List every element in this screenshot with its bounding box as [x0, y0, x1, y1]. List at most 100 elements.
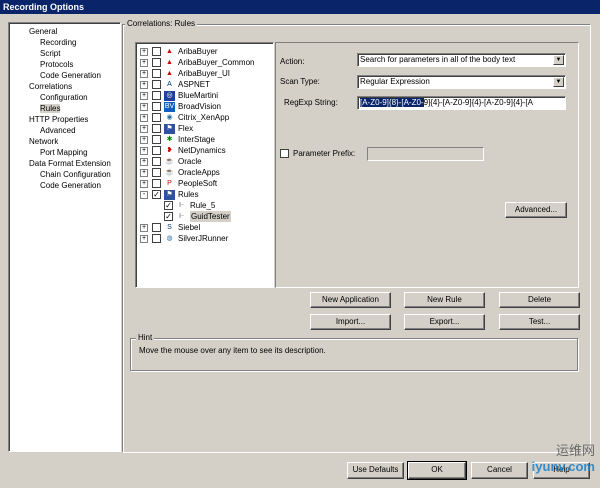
- expand-icon[interactable]: +: [140, 168, 148, 177]
- chevron-down-icon[interactable]: ▼: [553, 55, 564, 65]
- rule-label: Flex: [178, 124, 194, 133]
- rule-tree-item[interactable]: + ◍ SilverJRunner: [140, 233, 228, 244]
- expand-icon[interactable]: +: [140, 157, 148, 166]
- rule-checkbox[interactable]: [152, 102, 161, 111]
- nav-item[interactable]: Data Format Extension: [29, 158, 111, 169]
- action-select[interactable]: Search for parameters in all of the body…: [357, 53, 566, 67]
- rule-checkbox[interactable]: [152, 80, 161, 89]
- expand-icon[interactable]: +: [140, 80, 148, 89]
- options-nav-tree[interactable]: General Recording Script Protocols Code Gene…: [8, 22, 121, 452]
- parameter-prefix-checkbox[interactable]: [280, 149, 289, 158]
- expand-icon[interactable]: +: [140, 135, 148, 144]
- rule-checkbox[interactable]: ✓: [164, 201, 173, 210]
- export-button[interactable]: Export...: [404, 314, 485, 330]
- rule-tree-item[interactable]: + S Siebel: [140, 222, 200, 233]
- silverjrunner-icon: ◍: [166, 234, 173, 242]
- rule-checkbox[interactable]: [152, 135, 161, 144]
- nav-item[interactable]: Network: [29, 136, 58, 147]
- netdynamics-icon: ❥: [166, 146, 173, 154]
- rule-tree-item[interactable]: + ☕ OracleApps: [140, 167, 220, 178]
- rule-checkbox[interactable]: [152, 179, 161, 188]
- rule-checkbox[interactable]: [152, 91, 161, 100]
- rule-tree-item[interactable]: ✓ ⊩ GuidTester: [164, 211, 231, 222]
- expand-icon[interactable]: +: [140, 113, 148, 122]
- broadvision-icon: BV: [164, 101, 175, 112]
- rules-tree[interactable]: + ▲ AribaBuyer + ▲ AribaBuyer_Common + ▲ AribaBu…: [135, 42, 274, 288]
- nav-item[interactable]: Configuration: [40, 92, 88, 103]
- rule-checkbox[interactable]: [152, 223, 161, 232]
- rule-tree-item[interactable]: ✓ ⊩ Rule_5: [164, 200, 215, 211]
- rule-label: ASPNET: [178, 80, 211, 89]
- rule-checkbox[interactable]: [152, 146, 161, 155]
- expand-icon[interactable]: +: [140, 69, 148, 78]
- rule-tree-item[interactable]: + A ASPNET: [140, 79, 210, 90]
- rule-tree-item[interactable]: + ⚑ Flex: [140, 123, 193, 134]
- nav-item[interactable]: Correlations: [29, 81, 72, 92]
- expand-icon[interactable]: +: [140, 91, 148, 100]
- expand-icon[interactable]: +: [140, 234, 148, 243]
- regexp-selected-text: [A-Z0-9]{8}-[A-Z0-: [360, 98, 424, 107]
- rule-label: GuidTester: [190, 211, 231, 222]
- nav-item-label: HTTP Properties: [29, 115, 89, 124]
- nav-item[interactable]: Script: [40, 48, 60, 59]
- expand-icon[interactable]: +: [140, 179, 148, 188]
- import-button[interactable]: Import...: [310, 314, 391, 330]
- rule-icon: ⊩: [178, 201, 185, 209]
- nav-item[interactable]: Protocols: [40, 59, 73, 70]
- collapse-icon[interactable]: -: [140, 190, 148, 199]
- expand-icon[interactable]: +: [140, 47, 148, 56]
- rule-tree-item[interactable]: + P PeopleSoft: [140, 178, 217, 189]
- nav-item-label: Data Format Extension: [29, 159, 111, 168]
- rule-checkbox[interactable]: [152, 168, 161, 177]
- new-application-button[interactable]: New Application: [310, 292, 391, 308]
- ariba-icon: ▲: [166, 58, 173, 66]
- nav-item[interactable]: HTTP Properties: [29, 114, 88, 125]
- flex-icon: ⚑: [164, 123, 175, 134]
- expand-icon[interactable]: +: [140, 102, 148, 111]
- rule-tree-item[interactable]: + ▲ AribaBuyer_Common: [140, 57, 254, 68]
- rule-icon: ⊩: [178, 212, 185, 220]
- rule-checkbox[interactable]: [152, 113, 161, 122]
- scan-type-value: Regular Expression: [360, 77, 430, 86]
- nav-item[interactable]: Advanced: [40, 125, 76, 136]
- nav-item[interactable]: Port Mapping: [40, 147, 88, 158]
- rule-checkbox[interactable]: [152, 124, 161, 133]
- rule-checkbox[interactable]: ✓: [164, 212, 173, 221]
- expand-icon[interactable]: +: [140, 223, 148, 232]
- rule-checkbox[interactable]: [152, 234, 161, 243]
- rule-checkbox[interactable]: ✓: [152, 190, 161, 199]
- rule-checkbox[interactable]: [152, 58, 161, 67]
- advanced-button[interactable]: Advanced...: [505, 202, 567, 218]
- expand-icon[interactable]: +: [140, 146, 148, 155]
- rule-tree-item[interactable]: - ✓ ⚑ Rules: [140, 189, 198, 200]
- ariba-icon: ▲: [166, 69, 173, 77]
- nav-item[interactable]: Recording: [40, 37, 76, 48]
- rule-tree-item[interactable]: + ▲ AribaBuyer_UI: [140, 68, 230, 79]
- group-title: Correlations: Rules: [125, 19, 198, 28]
- nav-item[interactable]: Chain Configuration: [40, 169, 111, 180]
- rule-tree-item[interactable]: + ✱ InterStage: [140, 134, 215, 145]
- chevron-down-icon[interactable]: ▼: [553, 77, 564, 87]
- rule-checkbox[interactable]: [152, 69, 161, 78]
- rule-tree-item[interactable]: + ☕ Oracle: [140, 156, 202, 167]
- rule-checkbox[interactable]: [152, 47, 161, 56]
- expand-icon[interactable]: +: [140, 124, 148, 133]
- scan-type-select[interactable]: Regular Expression ▼: [357, 75, 566, 89]
- rule-tree-item[interactable]: + ❥ NetDynamics: [140, 145, 226, 156]
- expand-icon[interactable]: +: [140, 58, 148, 67]
- rule-tree-item[interactable]: + ◉ Citrix_XenApp: [140, 112, 229, 123]
- ok-button[interactable]: OK: [407, 461, 467, 480]
- rule-tree-item[interactable]: + ▲ AribaBuyer: [140, 46, 218, 57]
- rule-checkbox[interactable]: [152, 157, 161, 166]
- delete-button[interactable]: Delete: [499, 292, 580, 308]
- rule-tree-item[interactable]: + BV BroadVision: [140, 101, 221, 112]
- test-button[interactable]: Test...: [499, 314, 580, 330]
- new-rule-button[interactable]: New Rule: [404, 292, 485, 308]
- nav-item[interactable]: Code Generation: [40, 180, 101, 191]
- rule-tree-item[interactable]: + ◎ BlueMartini: [140, 90, 218, 101]
- nav-item[interactable]: Code Generation: [40, 70, 101, 81]
- regexp-input[interactable]: [A-Z0-9]{8}-[A-Z0-9]{4}-[A-Z0-9]{4}-[A-Z…: [357, 96, 566, 110]
- nav-item[interactable]: Rules: [40, 103, 61, 114]
- nav-item[interactable]: General: [29, 26, 57, 37]
- use-defaults-button[interactable]: Use Defaults: [347, 462, 404, 479]
